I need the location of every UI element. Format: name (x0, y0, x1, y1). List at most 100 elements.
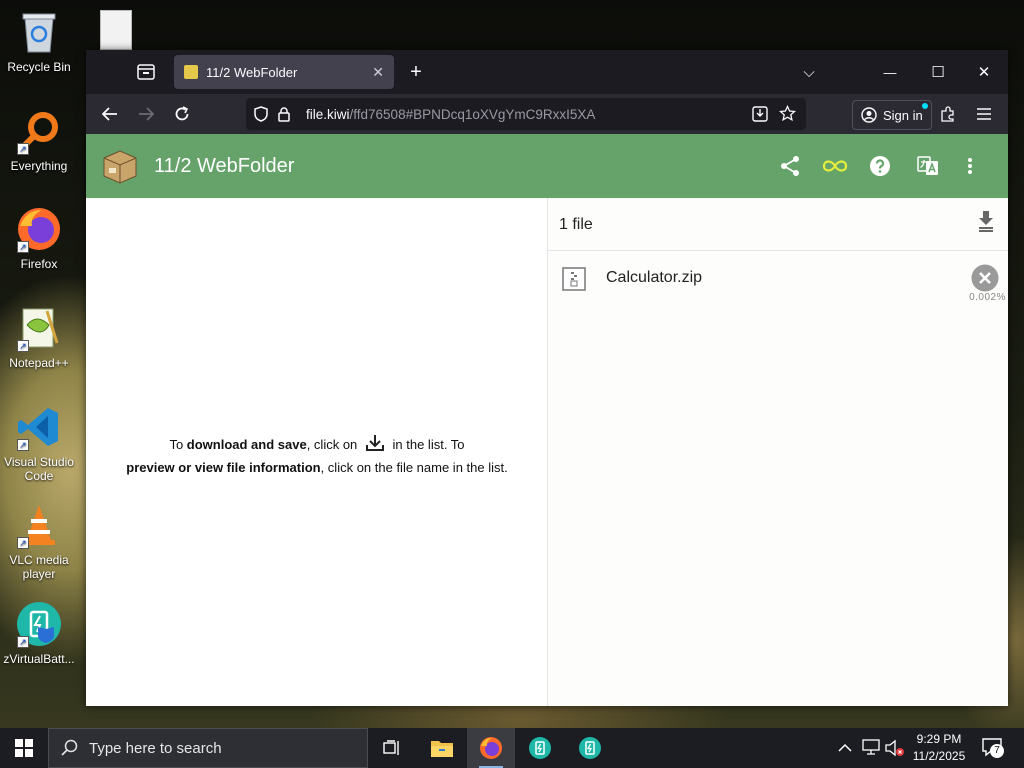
shortcut-arrow-icon: ↗ (17, 537, 29, 549)
minimize-button[interactable]: — (876, 58, 904, 86)
account-icon (861, 107, 877, 123)
hint-bold: download and save (186, 437, 307, 452)
lock-icon[interactable] (278, 106, 296, 122)
hint-text: To (169, 437, 187, 452)
divider (548, 250, 1008, 251)
hamburger-menu-icon (977, 108, 991, 120)
shortcut-arrow-icon: ↗ (17, 143, 29, 155)
reload-button[interactable] (168, 100, 196, 128)
list-all-tabs-button[interactable]: ⌵ (795, 58, 823, 86)
volume-muted-icon (885, 739, 904, 757)
file-row[interactable]: Calculator.zip 0.002% (548, 258, 1008, 314)
file-count: 1 file (559, 216, 593, 233)
help-button[interactable] (866, 152, 894, 180)
share-button[interactable] (776, 152, 804, 180)
app-menu-button[interactable] (970, 100, 998, 128)
firefox-taskbar-button[interactable] (467, 728, 515, 768)
new-tab-button[interactable]: + (402, 58, 430, 86)
tab-close-button[interactable]: ✕ (372, 64, 384, 81)
volume-button[interactable] (885, 739, 905, 762)
desktop-icon-label: zVirtualBatt... (3, 652, 75, 666)
clock-date: 11/2/2025 (912, 749, 966, 763)
taskbar-search-box[interactable]: Type here to search (48, 728, 368, 768)
tab-bar: 11/2 WebFolder ✕ + ⌵ — ☐ ✕ (86, 50, 1008, 94)
firefox-view-icon (137, 64, 155, 80)
network-button[interactable] (862, 739, 880, 760)
desktop-icon-vlc[interactable]: ↗ VLC media player (0, 501, 79, 581)
url-text[interactable]: file.kiwi/ffd76508#BPNDcq1oXVgYmC9RxxI5X… (306, 107, 595, 122)
shortcut-arrow-icon: ↗ (17, 241, 29, 253)
chevron-up-icon (838, 743, 852, 752)
vscode-icon: ↗ (15, 403, 63, 451)
firefox-icon (480, 737, 502, 759)
battery-app-taskbar-button[interactable] (516, 728, 564, 768)
preview-pane: To download and save, click on in the li… (86, 198, 548, 706)
reload-icon (175, 106, 189, 121)
zip-file-icon (562, 267, 586, 296)
network-icon (862, 739, 880, 755)
more-options-button[interactable] (956, 152, 984, 180)
extensions-button[interactable] (934, 100, 962, 128)
shortcut-arrow-icon: ↗ (17, 340, 29, 352)
app-header: 11/2 WebFolder (86, 134, 1008, 198)
desktop-icon-notepadpp[interactable]: ↗ Notepad++ (0, 304, 79, 370)
notification-center-button[interactable]: 7 (982, 738, 1004, 763)
file-name[interactable]: Calculator.zip (606, 269, 702, 287)
translate-button[interactable] (914, 152, 942, 180)
notepadpp-icon: ↗ (15, 304, 63, 352)
battery-app-taskbar-button-2[interactable] (566, 728, 614, 768)
desktop-icon-zvirtualbattery[interactable]: ↗ zVirtualBatt... (0, 600, 79, 666)
tab-webfolder[interactable]: 11/2 WebFolder ✕ (174, 55, 394, 89)
desktop-icon-recycle-bin[interactable]: Recycle Bin (0, 8, 79, 74)
forward-arrow-icon (139, 107, 154, 121)
bookmark-star-icon[interactable] (779, 105, 796, 122)
close-window-button[interactable]: ✕ (970, 58, 998, 86)
task-view-button[interactable] (368, 728, 416, 768)
tab-favicon-icon (184, 65, 198, 79)
hint-bold: preview or view file information (126, 460, 321, 475)
taskbar: Type here to search 9:29 PM 11/2/2025 7 (0, 728, 1024, 768)
task-view-icon (383, 740, 399, 755)
hint-text: , click on the file name in the list. (320, 460, 508, 475)
battery-app-icon (529, 737, 551, 759)
url-bar[interactable]: file.kiwi/ffd76508#BPNDcq1oXVgYmC9RxxI5X… (246, 98, 806, 130)
file-icon[interactable] (100, 10, 132, 50)
file-explorer-taskbar-button[interactable] (418, 728, 466, 768)
puzzle-icon (941, 106, 954, 122)
download-progress-text: 0.002% (969, 292, 1006, 303)
system-clock[interactable]: 9:29 PM 11/2/2025 (906, 731, 972, 765)
firefox-icon: ↗ (15, 205, 63, 253)
notification-count-badge: 7 (990, 744, 1004, 758)
hint-text: , click on (306, 437, 358, 452)
share-icon (781, 156, 799, 176)
desktop-icon-everything[interactable]: ↗ Everything (0, 107, 79, 173)
sign-in-button[interactable]: Sign in (852, 100, 932, 130)
windows-logo-icon (15, 739, 33, 757)
save-page-icon[interactable] (752, 106, 768, 122)
desktop-icon-firefox[interactable]: ↗ Firefox (0, 205, 79, 271)
hint-text: in the list. To (388, 437, 465, 452)
search-placeholder: Type here to search (89, 739, 222, 757)
recycle-bin-icon (15, 8, 63, 56)
desktop-icon-label: Notepad++ (9, 356, 69, 370)
forward-button[interactable] (132, 100, 160, 128)
battery-app-icon: ↗ (15, 600, 63, 648)
maximize-button[interactable]: ☐ (924, 58, 952, 86)
back-button[interactable] (96, 100, 124, 128)
instruction-text: To download and save, click on in the li… (86, 434, 548, 478)
firefox-view-button[interactable] (132, 58, 160, 86)
tab-title: 11/2 WebFolder (206, 64, 298, 80)
download-all-button[interactable] (978, 210, 994, 237)
clock-time: 9:29 PM (916, 732, 962, 746)
start-button[interactable] (0, 728, 48, 768)
box-logo-icon (100, 146, 140, 186)
desktop-icon-label: Firefox (20, 257, 58, 271)
url-host: file.kiwi (306, 106, 350, 122)
show-hidden-icons-button[interactable] (838, 740, 852, 758)
translate-icon (917, 156, 938, 175)
back-arrow-icon (102, 107, 117, 121)
desktop-icon-vscode[interactable]: ↗ Visual Studio Code (0, 403, 79, 483)
browser-window: 11/2 WebFolder ✕ + ⌵ — ☐ ✕ file.kiwi/ffd… (86, 50, 1008, 706)
infinity-button[interactable] (820, 152, 850, 180)
tracking-protection-shield-icon[interactable] (254, 106, 272, 122)
